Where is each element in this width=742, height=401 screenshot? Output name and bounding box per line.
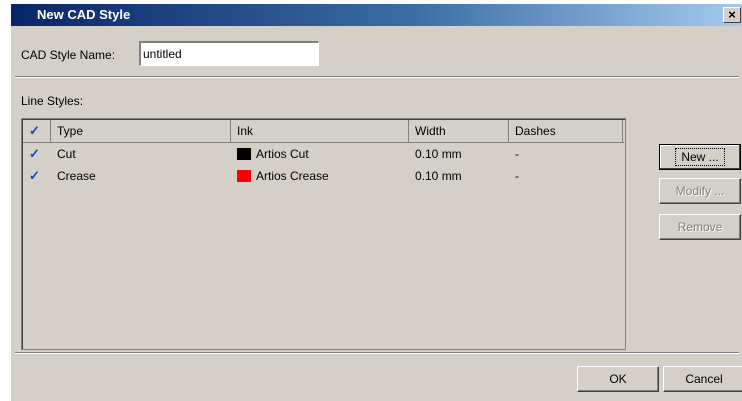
bottom-divider xyxy=(15,352,739,354)
row-dashes: - xyxy=(515,169,519,183)
new-button[interactable]: New ... xyxy=(659,144,741,170)
cancel-button[interactable]: Cancel xyxy=(663,366,742,392)
row-ink: Artios Crease xyxy=(237,165,329,187)
table-row[interactable]: ✓ Crease Artios Crease 0.10 mm - xyxy=(23,165,624,187)
ink-swatch xyxy=(237,170,251,182)
top-divider xyxy=(15,76,739,78)
cad-style-name-label: CAD Style Name: xyxy=(21,48,116,62)
remove-button[interactable]: Remove xyxy=(659,214,741,240)
line-styles-label: Line Styles: xyxy=(21,94,84,108)
cad-style-name-input[interactable]: untitled xyxy=(139,41,319,66)
checkmark-icon[interactable]: ✓ xyxy=(29,165,40,187)
line-styles-list[interactable]: ✓ Type Ink Width Dashes ✓ Cut Artios Cut… xyxy=(21,118,626,350)
checkmark-icon[interactable]: ✓ xyxy=(29,143,40,165)
checkmark-icon: ✓ xyxy=(29,123,40,138)
row-ink: Artios Cut xyxy=(237,143,309,165)
table-row[interactable]: ✓ Cut Artios Cut 0.10 mm - xyxy=(23,143,624,165)
row-width: 0.10 mm xyxy=(415,147,462,161)
column-header-check[interactable]: ✓ xyxy=(23,120,51,142)
column-header-width[interactable]: Width xyxy=(409,120,509,142)
row-type: Cut xyxy=(57,147,76,161)
new-cad-style-dialog: New CAD Style × CAD Style Name: untitled… xyxy=(10,4,742,401)
list-header: ✓ Type Ink Width Dashes xyxy=(23,120,624,143)
close-button[interactable]: × xyxy=(723,7,741,23)
row-dashes: - xyxy=(515,147,519,161)
new-button-label: New ... xyxy=(675,148,725,166)
ok-button[interactable]: OK xyxy=(577,366,659,392)
close-icon: × xyxy=(728,7,736,22)
row-width: 0.10 mm xyxy=(415,169,462,183)
column-header-type[interactable]: Type xyxy=(51,120,231,142)
column-header-dashes[interactable]: Dashes xyxy=(509,120,623,142)
title-bar[interactable]: New CAD Style × xyxy=(11,4,742,26)
row-ink-label: Artios Cut xyxy=(256,147,309,161)
window-title: New CAD Style xyxy=(37,7,131,22)
row-type: Crease xyxy=(57,169,96,183)
row-ink-label: Artios Crease xyxy=(256,169,329,183)
ink-swatch xyxy=(237,148,251,160)
modify-button[interactable]: Modify ... xyxy=(659,178,741,204)
column-header-ink[interactable]: Ink xyxy=(231,120,409,142)
